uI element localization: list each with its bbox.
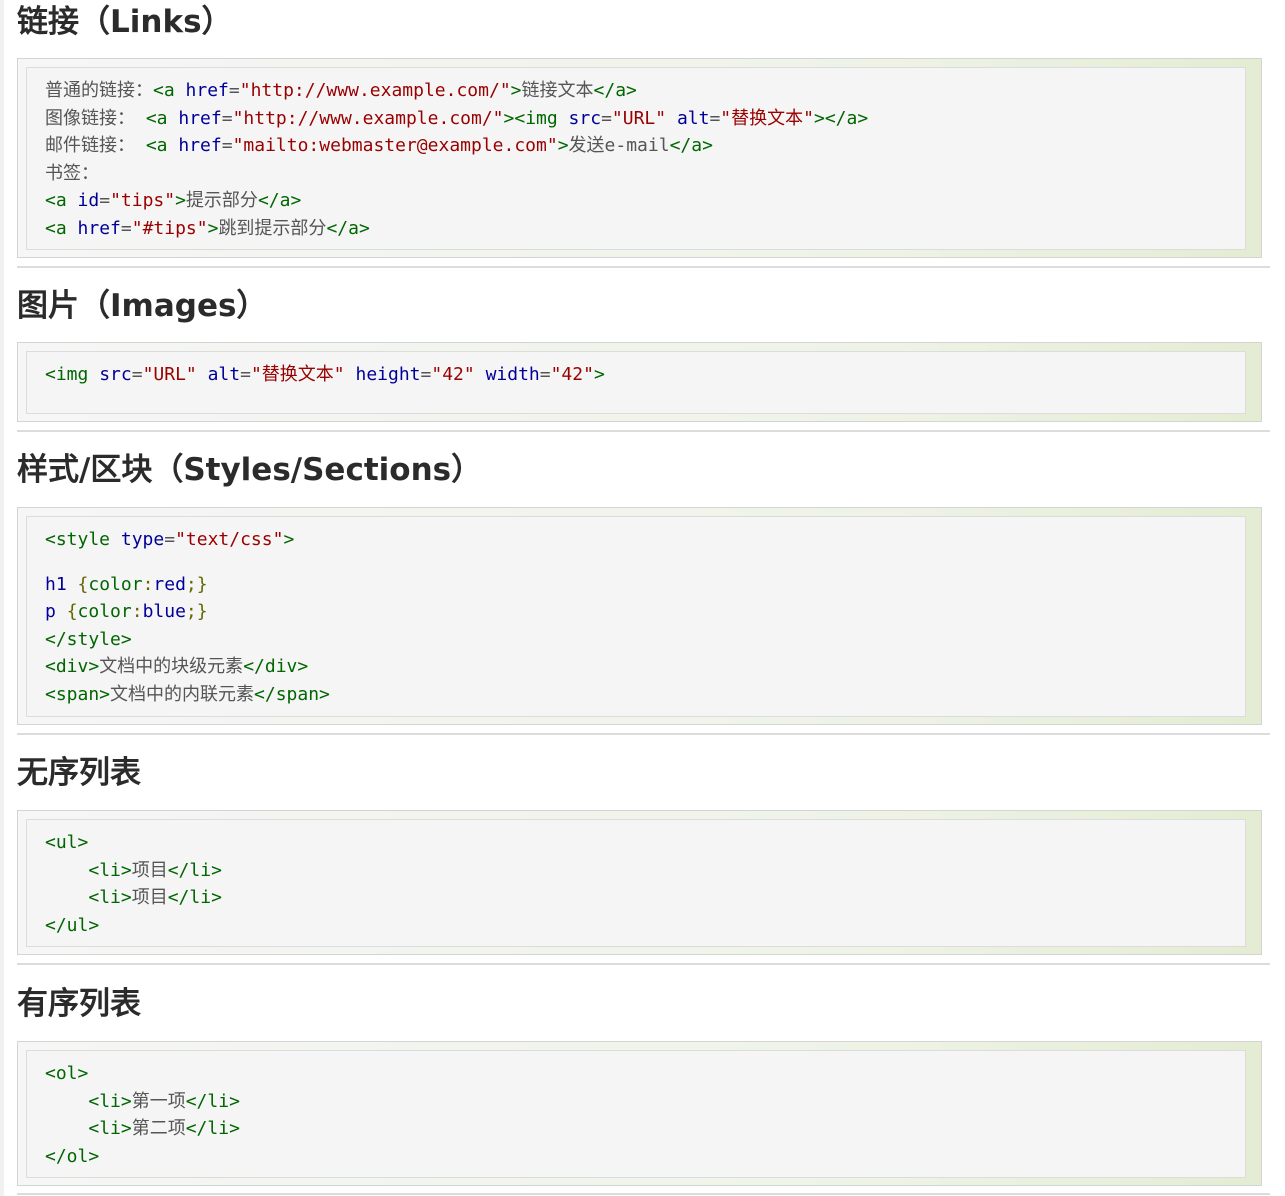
value-alt: "替换文本" xyxy=(720,107,814,129)
code-block-links: 普通的链接：<a href="http://www.example.com/">… xyxy=(26,67,1246,250)
section-unordered-list: 无序列表 xyxy=(17,751,1270,795)
code-line: <style type="text/css"> xyxy=(45,529,295,550)
css-property: color xyxy=(88,573,143,595)
example-box: 普通的链接：<a href="http://www.example.com/">… xyxy=(17,58,1262,258)
css-selector: p xyxy=(45,601,56,623)
code-line: <li>项目</li> xyxy=(88,887,222,909)
text-span: 文档中的内联元素 xyxy=(110,683,255,705)
label-bookmark: 书签： xyxy=(45,162,99,184)
attr-href: href xyxy=(77,217,121,239)
value-width: "42" xyxy=(550,364,594,385)
code-line: </ol> xyxy=(45,1145,100,1167)
value-type: "text/css" xyxy=(175,529,284,550)
text-list-item: 第一项 xyxy=(131,1090,186,1112)
separator xyxy=(17,266,1270,268)
code-line: </style> xyxy=(45,628,132,650)
code-line: </ul> xyxy=(45,914,100,936)
text-jump: 跳到提示部分 xyxy=(218,217,327,239)
example-styles: <style type="text/css"> h1 {color:red;} p … xyxy=(17,507,1270,725)
example-images: <img src="URL" alt="替换文本" height="42" wi… xyxy=(17,342,1270,422)
code-line: <li>项目</li> xyxy=(88,859,222,881)
attr-href: href xyxy=(178,107,222,129)
code-block-ul: <ul> <li>项目</li> <li>项目</li> </ul> xyxy=(26,819,1246,947)
text-list-item: 项目 xyxy=(131,887,168,909)
code-block-images: <img src="URL" alt="替换文本" height="42" wi… xyxy=(26,351,1246,414)
css-value: blue xyxy=(142,601,186,623)
separator xyxy=(17,733,1270,735)
value-url: "http://www.example.com/" xyxy=(239,80,511,101)
example-box: <ol> <li>第一项</li> <li>第二项</li> </ol> xyxy=(17,1041,1262,1186)
section-images: 图片（Images） xyxy=(17,284,1270,328)
separator xyxy=(17,963,1270,965)
separator xyxy=(17,1193,1270,1195)
example-box: <style type="text/css"> h1 {color:red;} p … xyxy=(17,507,1262,725)
section-title-images: 图片（Images） xyxy=(17,288,268,324)
separator xyxy=(17,430,1270,432)
example-ul: <ul> <li>项目</li> <li>项目</li> </ul> xyxy=(17,810,1270,955)
section-title-ul: 无序列表 xyxy=(17,755,141,791)
example-ol: <ol> <li>第一项</li> <li>第二项</li> </ol> xyxy=(17,1041,1270,1186)
code-line: h1 {color:red;} xyxy=(45,573,208,595)
value-mailto: "mailto:webmaster@example.com" xyxy=(232,135,558,157)
code-line: p {color:blue;} xyxy=(45,601,208,623)
text-mail: 发送e-mail xyxy=(568,135,670,157)
text-tips: 提示部分 xyxy=(185,190,258,212)
value-alt: "替换文本" xyxy=(250,364,345,385)
css-value: red xyxy=(153,573,186,595)
code-line: 普通的链接：<a href="http://www.example.com/">… xyxy=(45,80,637,101)
code-line: 图像链接： <a href="http://www.example.com/">… xyxy=(45,107,869,129)
value-hash: "#tips" xyxy=(131,217,208,239)
example-links: 普通的链接：<a href="http://www.example.com/">… xyxy=(17,58,1270,258)
value-url: "http://www.example.com/" xyxy=(232,107,504,129)
code-line: <span>文档中的内联元素</span> xyxy=(45,683,330,705)
section-title-ol: 有序列表 xyxy=(17,986,141,1022)
example-box: <img src="URL" alt="替换文本" height="42" wi… xyxy=(17,342,1262,422)
example-box: <ul> <li>项目</li> <li>项目</li> </ul> xyxy=(17,810,1262,955)
code-line: 邮件链接： <a href="mailto:webmaster@example.… xyxy=(45,135,713,157)
code-line: <img src="URL" alt="替换文本" height="42" wi… xyxy=(45,364,605,385)
code-line: 书签： xyxy=(45,160,1245,188)
code-line: <ul> xyxy=(45,832,89,853)
code-line: <a href="#tips">跳到提示部分</a> xyxy=(45,217,370,239)
section-styles: 样式/区块（Styles/Sections） xyxy=(17,448,1270,492)
code-block-styles: <style type="text/css"> h1 {color:red;} p … xyxy=(26,516,1246,717)
code-line: <li>第一项</li> xyxy=(88,1090,240,1112)
code-block-ol: <ol> <li>第一项</li> <li>第二项</li> </ol> xyxy=(26,1050,1246,1178)
css-property: color xyxy=(77,601,132,623)
code-line: <ol> xyxy=(45,1063,89,1084)
left-border xyxy=(0,0,4,1196)
text-div: 文档中的块级元素 xyxy=(99,656,244,678)
value-height: "42" xyxy=(431,364,475,385)
section-ordered-list: 有序列表 xyxy=(17,982,1270,1026)
value-src: "URL" xyxy=(142,364,197,385)
attr-href: href xyxy=(178,135,222,157)
section-title-styles: 样式/区块（Styles/Sections） xyxy=(17,452,483,488)
value-src: "URL" xyxy=(611,107,667,129)
code-line: <li>第二项</li> xyxy=(88,1118,240,1140)
text-link: 链接文本 xyxy=(521,80,594,101)
label-mail-link: 邮件链接： xyxy=(45,135,135,157)
text-list-item: 第二项 xyxy=(131,1118,186,1140)
text-list-item: 项目 xyxy=(131,859,168,881)
attr-href: href xyxy=(185,80,229,101)
code-line: <div>文档中的块级元素</div> xyxy=(45,656,309,678)
label-normal-link: 普通的链接： xyxy=(45,80,153,101)
css-selector: h1 xyxy=(45,573,67,595)
section-title-links: 链接（Links） xyxy=(17,4,233,40)
section-links: 链接（Links） xyxy=(17,0,1270,44)
label-image-link: 图像链接： xyxy=(45,107,135,129)
code-line: <a id="tips">提示部分</a> xyxy=(45,190,302,212)
value-id: "tips" xyxy=(110,190,176,212)
